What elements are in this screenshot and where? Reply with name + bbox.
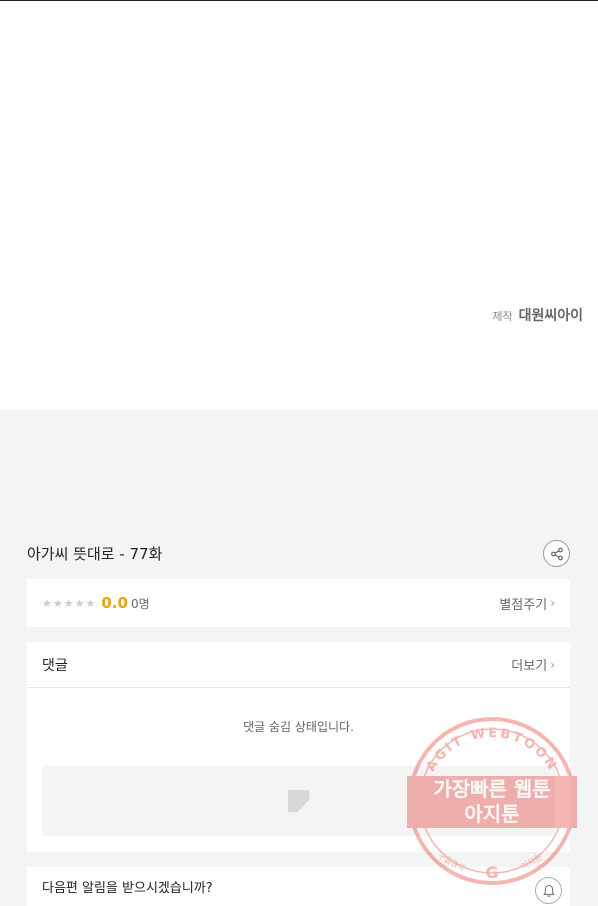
bell-icon bbox=[542, 884, 555, 897]
episode-title: 아가씨 뜻대로 - 77화 bbox=[27, 545, 163, 563]
rate-button-label: 별점주기 bbox=[499, 597, 548, 613]
share-button[interactable] bbox=[543, 540, 570, 567]
comments-card: 댓글 더보기 › 댓글 숨김 상태입니다. bbox=[27, 642, 570, 852]
producer-label: 제작 bbox=[492, 310, 513, 323]
star-icon: ★ bbox=[52, 596, 63, 610]
comments-header: 댓글 더보기 › bbox=[27, 642, 570, 688]
comments-hidden-notice: 댓글 숨김 상태입니다. bbox=[243, 720, 354, 734]
note-icon bbox=[287, 790, 310, 812]
producer-credit: 제작 대원씨아이 bbox=[492, 305, 583, 325]
rate-button[interactable]: 별점주기 › bbox=[499, 594, 555, 613]
chevron-right-icon: › bbox=[550, 657, 555, 672]
star-icon: ★ bbox=[85, 596, 96, 610]
rating-card: ★ ★ ★ ★ ★ 0.0 0명 별점주기 › bbox=[27, 579, 570, 627]
star-icon: ★ bbox=[63, 596, 74, 610]
notification-card: 다음편 알림을 받으시겠습니까? bbox=[27, 867, 570, 906]
notification-prompt: 다음편 알림을 받으시겠습니까? bbox=[42, 881, 213, 896]
rating-stars[interactable]: ★ ★ ★ ★ ★ bbox=[42, 598, 95, 609]
webtoon-content-area: 제작 대원씨아이 bbox=[0, 0, 598, 410]
comments-title: 댓글 bbox=[42, 657, 68, 674]
rating-score: 0.0 bbox=[101, 594, 128, 612]
chevron-right-icon: › bbox=[550, 596, 555, 610]
producer-name: 대원씨아이 bbox=[518, 308, 583, 324]
comments-more-button[interactable]: 더보기 › bbox=[511, 655, 555, 675]
comment-input-box[interactable] bbox=[42, 766, 555, 836]
more-button-label: 더보기 bbox=[511, 659, 548, 674]
share-icon bbox=[550, 547, 563, 560]
rating-count: 0명 bbox=[130, 596, 150, 611]
star-icon: ★ bbox=[42, 596, 52, 610]
star-icon: ★ bbox=[74, 596, 85, 610]
notification-bell-button[interactable] bbox=[535, 877, 562, 904]
